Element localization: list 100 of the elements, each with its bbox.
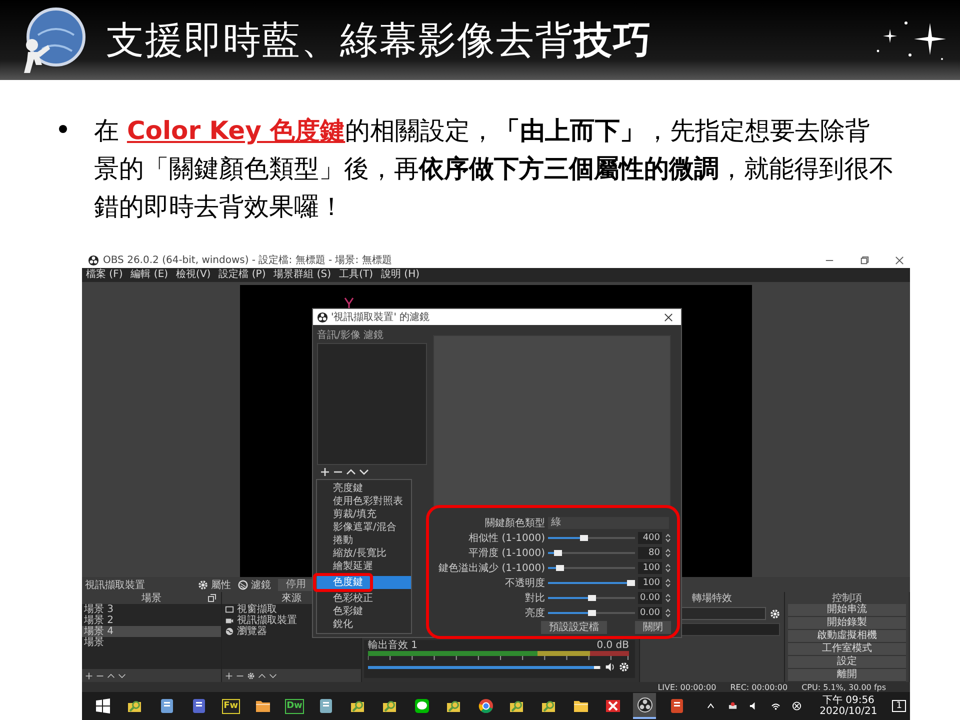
menu-item[interactable]: 色彩校正 <box>317 592 411 605</box>
slider-thumb[interactable] <box>588 594 596 600</box>
scene-item[interactable]: 場景 <box>82 637 221 648</box>
add-icon[interactable] <box>225 672 233 680</box>
scene-item[interactable]: 場景 3 <box>82 604 221 615</box>
clock[interactable]: 下午 09:56 2020/10/21 <box>820 695 878 717</box>
menu-item[interactable]: 繪製延遲 <box>317 560 411 573</box>
slider-thumb[interactable] <box>627 580 635 586</box>
properties-button[interactable]: 屬性 <box>211 578 231 592</box>
menu-item[interactable]: 工具(T) <box>339 269 373 281</box>
source-item[interactable]: 瀏覽器 <box>237 626 267 637</box>
rings-app-icon <box>88 254 99 266</box>
property-slider[interactable] <box>548 564 635 570</box>
control-button[interactable]: 工作室模式 <box>788 643 906 656</box>
value-field[interactable]: 400 <box>638 532 662 544</box>
notification-button[interactable]: 1 <box>892 700 906 712</box>
control-button[interactable]: 開始錄製 <box>788 617 906 630</box>
device-icon[interactable] <box>728 701 738 711</box>
gear-icon[interactable] <box>247 672 255 680</box>
menu-item[interactable]: 銳化 <box>317 618 411 631</box>
windows-logo-icon <box>95 698 112 714</box>
menu-item[interactable]: 場景群組 (S) <box>274 269 332 281</box>
menu-item[interactable]: 檔案 (F) <box>86 269 123 281</box>
scene-item[interactable]: 場景 4 <box>82 626 221 637</box>
chat-bubble-icon <box>414 698 430 714</box>
property-label: 相似性 (1-1000) <box>468 532 545 544</box>
property-slider[interactable] <box>548 580 635 586</box>
taskbar-button[interactable]: Dw <box>283 693 306 719</box>
control-button[interactable]: 離開 <box>788 669 906 682</box>
spinner-icon[interactable] <box>665 562 671 572</box>
slider-thumb[interactable] <box>588 610 596 616</box>
scene-item[interactable]: 場景 2 <box>82 615 221 626</box>
channel-reading: 0.0 dB <box>596 640 629 651</box>
menu-item[interactable]: 說明 (H) <box>380 269 420 281</box>
spinner-icon[interactable] <box>665 532 671 542</box>
menu-item[interactable]: 影像遮罩/混合 <box>317 521 411 534</box>
value-field[interactable]: 80 <box>638 546 662 558</box>
menu-item[interactable]: 檢視(V) <box>176 269 211 281</box>
add-icon[interactable] <box>320 467 330 477</box>
taskbar-button[interactable] <box>633 693 656 719</box>
menu-item[interactable]: 色彩鍵 <box>317 605 411 618</box>
down-icon[interactable] <box>118 672 126 680</box>
clock-date: 2020/10/21 <box>820 706 878 717</box>
globe-icon <box>225 627 234 636</box>
spinner-icon[interactable] <box>665 592 671 602</box>
slider-thumb[interactable] <box>580 534 588 540</box>
property-label: 關鍵顏色類型 <box>484 516 545 530</box>
disable-button[interactable]: 停用 <box>278 578 314 590</box>
down-icon[interactable] <box>269 672 277 680</box>
menu-item[interactable]: 設定檔 (P) <box>218 269 266 281</box>
property-slider[interactable] <box>548 550 635 556</box>
slider-thumb[interactable] <box>554 550 562 556</box>
control-button[interactable]: 啟動虛擬相機 <box>788 630 906 643</box>
down-icon[interactable] <box>359 467 369 477</box>
spinner-icon[interactable] <box>665 548 671 558</box>
close-circle-icon[interactable] <box>792 701 802 711</box>
control-button[interactable]: 開始串流 <box>788 604 906 617</box>
circle-app-icon <box>478 698 494 714</box>
up-icon[interactable] <box>346 467 356 477</box>
property-slider[interactable] <box>548 534 635 540</box>
app-tile-icon <box>318 698 334 714</box>
menu-item[interactable]: 縮放/長寬比 <box>317 547 411 560</box>
rings-app-icon <box>317 312 328 322</box>
add-icon[interactable] <box>85 672 93 680</box>
folder-icon <box>573 698 590 714</box>
control-button[interactable]: 設定 <box>788 656 906 669</box>
menu-item[interactable]: 剪裁/填充 <box>317 508 411 521</box>
menu-item[interactable]: 亮度鍵 <box>317 482 411 495</box>
source-item[interactable]: 視窗擷取 <box>237 604 277 615</box>
wifi-icon[interactable] <box>770 701 780 711</box>
undock-icon[interactable] <box>208 594 216 602</box>
key-color-select[interactable]: 綠 <box>548 516 669 528</box>
property-label: 亮度 <box>524 606 545 620</box>
close-dialog-button[interactable]: 關閉 <box>635 621 671 634</box>
spinner-icon[interactable] <box>665 578 671 588</box>
slider-thumb[interactable] <box>556 564 564 570</box>
speaker-icon[interactable] <box>605 662 615 672</box>
filters-button[interactable]: 濾鏡 <box>251 578 271 592</box>
restore-button[interactable] <box>860 256 869 264</box>
caret-up-icon[interactable] <box>706 701 716 711</box>
menu-item[interactable]: 編輯 (E) <box>130 269 168 281</box>
close-button[interactable] <box>895 256 904 264</box>
value-field[interactable]: 100 <box>638 576 662 588</box>
property-slider[interactable] <box>548 594 635 600</box>
value-field[interactable]: 100 <box>638 562 662 574</box>
spinner-icon[interactable] <box>665 608 671 618</box>
source-item[interactable]: 視訊擷取裝置 <box>237 615 297 626</box>
menu-item[interactable]: 色度鍵 <box>317 576 411 589</box>
value-field[interactable]: 0.00 <box>638 592 662 604</box>
close-button[interactable] <box>664 312 673 322</box>
property-label: 平滑度 (1-1000) <box>468 546 545 560</box>
defaults-button[interactable]: 預設設定檔 <box>541 621 607 634</box>
menu-item[interactable]: 使用色彩對照表 <box>317 495 411 508</box>
value-field[interactable]: 0.00 <box>638 606 662 618</box>
folder-magnifier-icon <box>509 698 526 714</box>
up-icon[interactable] <box>258 672 266 680</box>
property-slider[interactable] <box>548 610 635 616</box>
taskbar-button[interactable]: Fw <box>219 693 242 719</box>
up-icon[interactable] <box>107 672 115 680</box>
menu-item[interactable]: 捲動 <box>317 534 411 547</box>
